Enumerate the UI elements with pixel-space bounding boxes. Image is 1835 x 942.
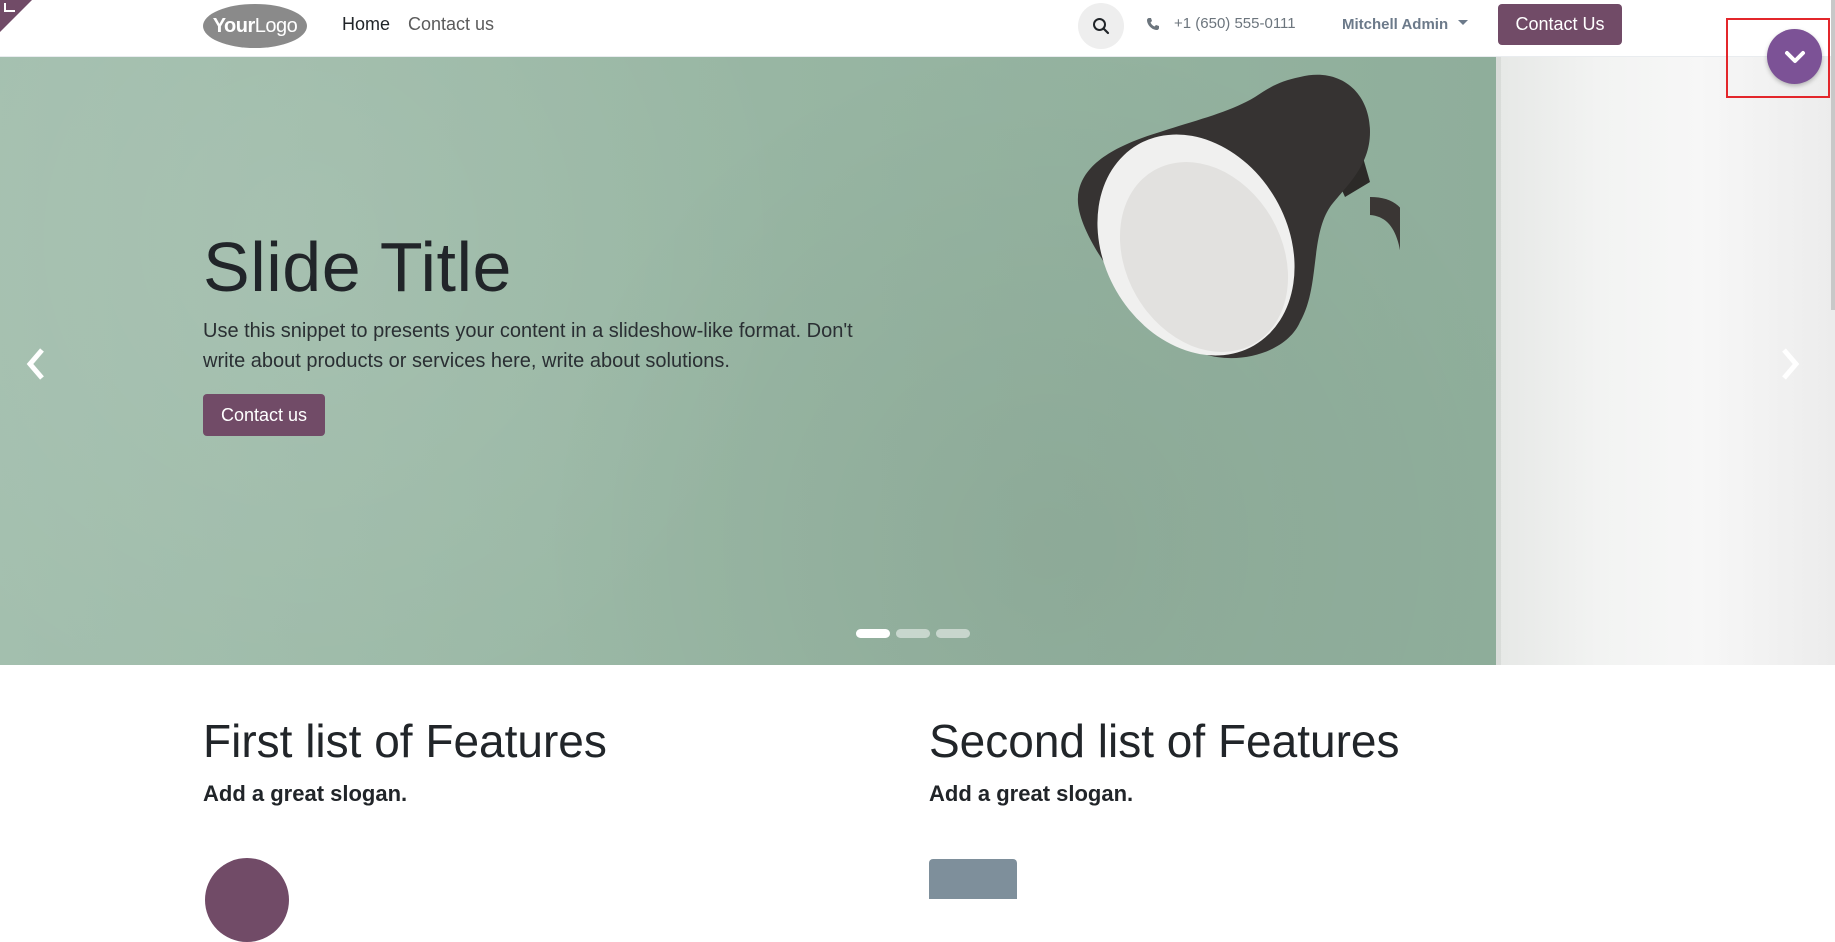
carousel-indicators (856, 629, 970, 638)
carousel-indicator-2[interactable] (896, 629, 930, 638)
header-phone[interactable]: +1 (650) 555-0111 (1146, 15, 1296, 32)
feature-image (929, 859, 1017, 899)
chevron-down-icon (1784, 50, 1805, 63)
phone-number: +1 (650) 555-0111 (1174, 15, 1296, 32)
nav-link-contact-us[interactable]: Contact us (408, 14, 494, 35)
feature-icon (205, 858, 289, 942)
user-name: Mitchell Admin (1342, 16, 1449, 33)
header-contact-us-button[interactable]: Contact Us (1498, 4, 1622, 45)
lamp-image (1077, 74, 1400, 359)
carousel-indicator-1[interactable] (856, 629, 890, 638)
first-features-slogan: Add a great slogan. (203, 781, 408, 806)
chevron-left-icon (26, 348, 44, 380)
nav-link-home[interactable]: Home (342, 14, 390, 35)
carousel-indicator-3[interactable] (936, 629, 970, 638)
carousel-next-button[interactable] (1770, 339, 1810, 389)
second-features-title: Second list of Features (929, 715, 1400, 767)
slide-description: Use this snippet to presents your conten… (203, 320, 853, 372)
hero-background-edge (1496, 57, 1501, 665)
user-menu[interactable]: Mitchell Admin (1342, 16, 1469, 33)
second-features-slogan: Add a great slogan. (929, 781, 1134, 806)
phone-icon (1147, 17, 1159, 30)
carousel-prev-button[interactable] (16, 339, 56, 389)
caret-down-icon (1458, 20, 1469, 25)
site-header: YourLogo Home Contact us +1 (650) 555-01… (0, 0, 1835, 57)
slide-title: Slide Title (203, 228, 512, 306)
hero-carousel: Slide Title Use this snippet to presents… (0, 57, 1835, 665)
slide-contact-us-button[interactable]: Contact us (203, 394, 325, 436)
logo-text: YourLogo (212, 14, 298, 37)
site-logo[interactable]: YourLogo (203, 4, 307, 48)
page-scrollbar[interactable] (1831, 0, 1835, 310)
search-button[interactable] (1078, 3, 1124, 49)
search-icon (1093, 18, 1110, 35)
chevron-right-icon (1782, 348, 1800, 380)
edit-corner-icon[interactable] (4, 3, 15, 12)
scroll-down-button[interactable] (1767, 29, 1822, 84)
first-features-title: First list of Features (203, 715, 607, 767)
